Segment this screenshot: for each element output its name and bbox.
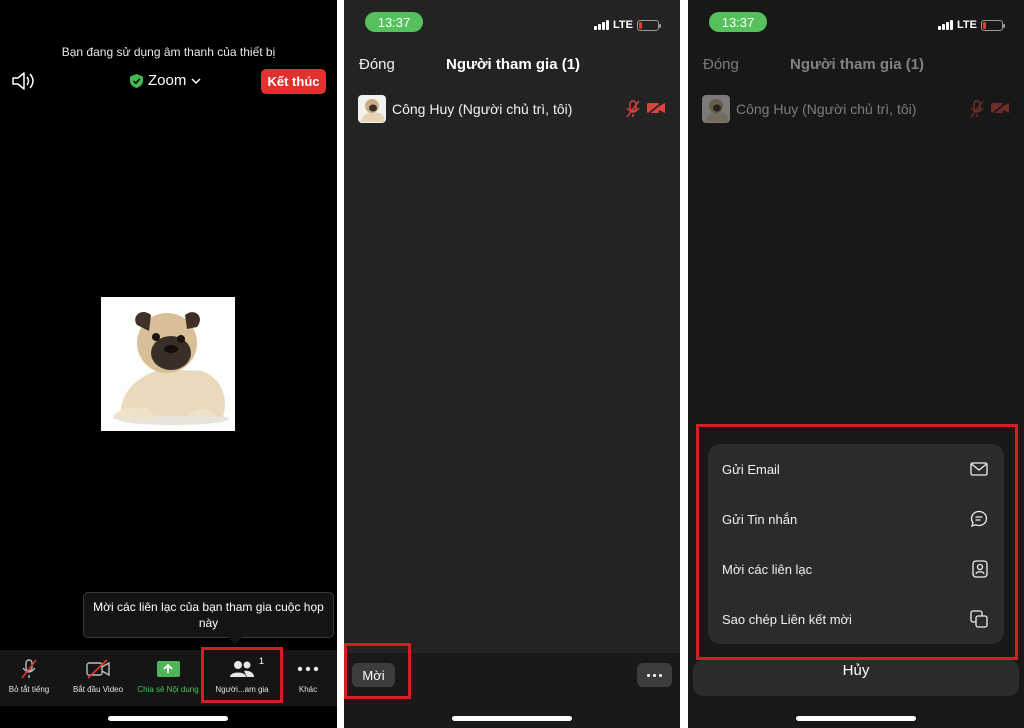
microphone-muted-icon [970,100,984,118]
meeting-title-dropdown[interactable]: Zoom [130,72,201,89]
copy-invite-link-option[interactable]: Sao chép Liên kết mời [708,594,1004,644]
tooltip-arrow [228,637,242,645]
participant-name: Công Huy (Người chủ trì, tôi) [392,101,573,117]
envelope-icon [970,462,988,476]
network-label: LTE [613,19,633,31]
dot-icon [647,673,650,677]
more-label: Khác [298,685,318,694]
mute-label: Bỏ tắt tiếng [8,685,50,694]
participant-status-icons [626,100,666,118]
chat-bubble-icon [970,510,988,528]
end-meeting-button[interactable]: Kết thúc [261,69,326,94]
copy-invite-link-label: Sao chép Liên kết mời [722,611,852,627]
chevron-down-icon [191,77,201,84]
avatar [702,95,730,123]
mute-button[interactable]: Bỏ tắt tiếng [0,650,58,706]
invite-sheet-screen: 13:37 LTE Đóng Người tham gia (1) Công H… [688,0,1024,728]
status-indicators: LTE [938,19,1005,31]
send-email-label: Gửi Email [722,461,780,477]
share-content-label: Chia sẻ Nội dung [137,685,199,694]
close-button[interactable]: Đóng [359,56,395,73]
home-indicator[interactable] [108,716,228,721]
send-message-option[interactable]: Gửi Tin nhắn [708,494,1004,544]
meeting-title: Zoom [148,72,187,89]
video-off-icon [646,100,665,116]
battery-icon [636,19,661,31]
dot-icon [653,673,656,677]
network-label: LTE [957,19,977,31]
more-options-button[interactable] [637,663,672,687]
invite-action-sheet: Gửi Email Gửi Tin nhắn Mời các liên lạc [708,444,1004,644]
video-off-icon [86,659,110,679]
avatar [358,95,386,123]
participants-screen: 13:37 LTE Đóng Người tham gia (1) Công H… [344,0,680,728]
share-content-button[interactable]: Chia sẻ Nội dung [134,650,202,706]
share-arrow-icon [156,661,180,677]
page-title: Người tham gia (1) [446,56,581,73]
start-video-button[interactable]: Bắt đầu Video [66,650,130,706]
participant-row[interactable]: Công Huy (Người chủ trì, tôi) [358,95,572,123]
home-indicator[interactable] [796,716,916,721]
copy-icon [970,610,988,628]
microphone-muted-icon [626,100,640,118]
contact-card-icon [972,560,988,578]
audio-banner: Bạn đang sử dụng âm thanh của thiết bị [61,45,276,59]
video-off-icon [990,100,1009,116]
speaker-icon[interactable] [11,70,35,92]
participant-row: Công Huy (Người chủ trì, tôi) [702,95,916,123]
cancel-button[interactable]: Hủy [688,662,1024,679]
participant-name: Công Huy (Người chủ trì, tôi) [736,101,917,117]
participant-video-avatar [101,297,235,431]
start-video-label: Bắt đầu Video [72,685,124,694]
shield-check-icon [130,73,143,88]
more-button[interactable]: Khác [288,650,328,706]
signal-icon [594,20,609,30]
invite-highlight [344,643,411,699]
meeting-screen: Bạn đang sử dụng âm thanh của thiết bị Z… [0,0,337,728]
ellipsis-icon [297,666,319,672]
send-email-option[interactable]: Gửi Email [708,444,1004,494]
home-indicator[interactable] [452,716,572,721]
meeting-toolbar: Bỏ tắt tiếng Bắt đầu Video Chia sẻ Nội d… [0,650,337,706]
status-time: 13:37 [365,12,423,32]
status-indicators: LTE [594,19,661,31]
status-time: 13:37 [709,12,767,32]
invite-tooltip: Mời các liên lạc của bạn tham gia cuộc h… [83,592,334,638]
microphone-off-icon [21,659,37,679]
send-message-label: Gửi Tin nhắn [722,511,798,527]
battery-icon [980,19,1005,31]
close-button: Đóng [703,56,739,73]
participant-status-icons [970,100,1010,118]
participants-highlight [201,647,283,703]
invite-contacts-option[interactable]: Mời các liên lạc [708,544,1004,594]
dot-icon [659,673,662,677]
page-title: Người tham gia (1) [790,56,925,73]
signal-icon [938,20,953,30]
invite-contacts-label: Mời các liên lạc [722,561,813,577]
